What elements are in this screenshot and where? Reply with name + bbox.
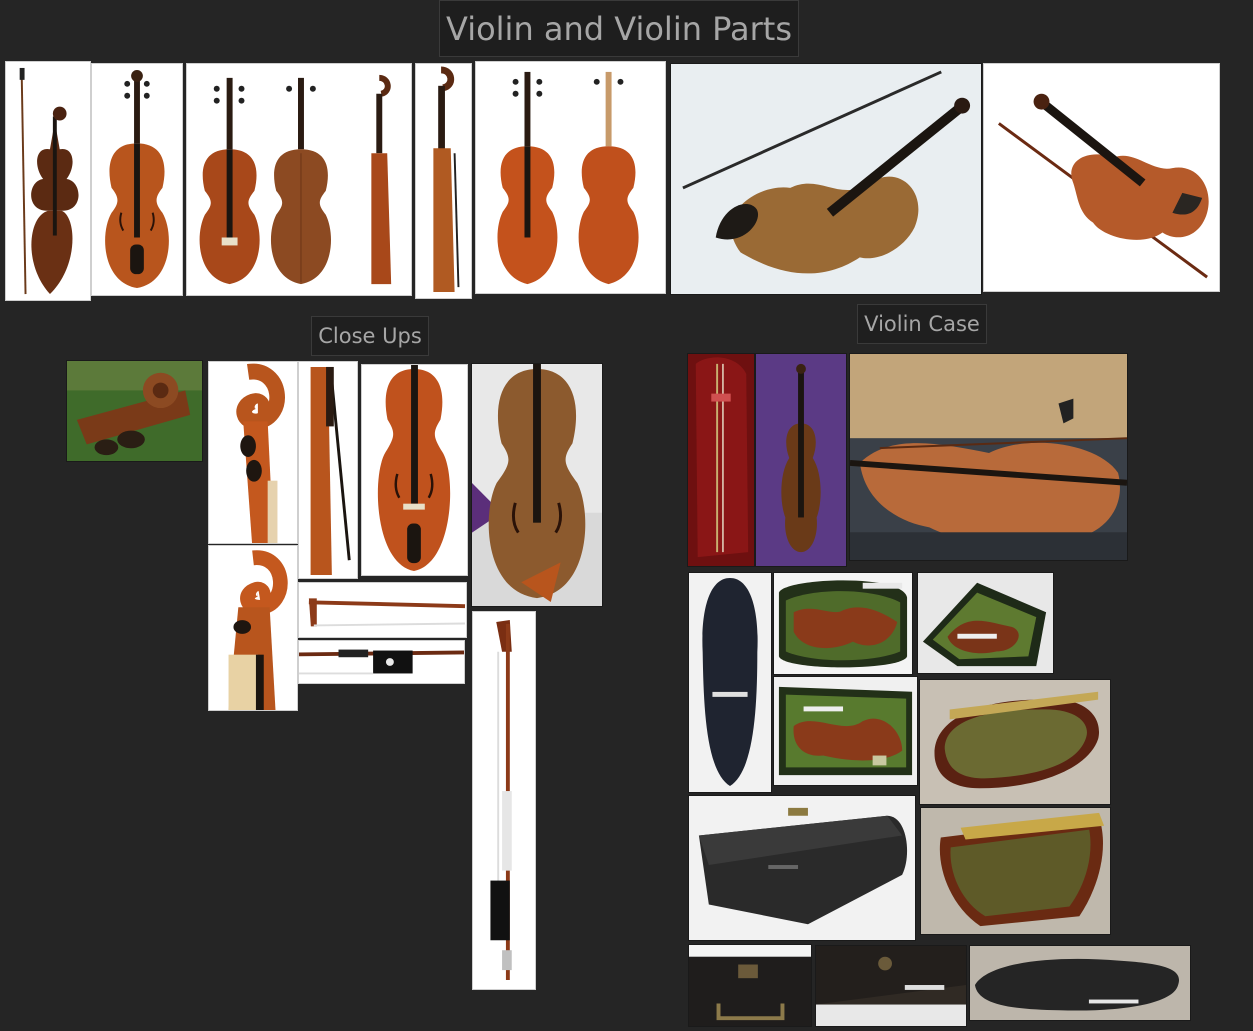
violin-front-back-image[interactable]: [475, 61, 666, 294]
board-title: Violin and Violin Parts: [439, 0, 799, 57]
case-detail-shape-image[interactable]: [969, 945, 1191, 1021]
violin-with-bow-image[interactable]: [5, 61, 91, 301]
case-green-coffin-image[interactable]: [917, 572, 1054, 674]
case-detail-handle-image[interactable]: [688, 944, 812, 1027]
closeup-bow-frog-image[interactable]: [298, 640, 465, 684]
closeup-bow-full-image[interactable]: [472, 611, 536, 990]
closeup-scroll-side-image[interactable]: [208, 361, 298, 544]
violin-three-views-image[interactable]: [186, 63, 412, 296]
case-wood-open-carpet-image[interactable]: [920, 807, 1111, 935]
case-coffin-open-carpet-image[interactable]: [919, 679, 1111, 805]
violin-photo-bow-image[interactable]: [983, 63, 1220, 292]
closeup-violin-on-stand-image[interactable]: [471, 363, 603, 607]
case-red-velvet-image[interactable]: [687, 353, 755, 567]
case-green-interior-image[interactable]: [773, 676, 918, 786]
closeup-violin-body-image[interactable]: [361, 364, 468, 576]
case-cork-lid-image[interactable]: [849, 353, 1128, 561]
case-black-closed-image[interactable]: [688, 572, 772, 793]
section-label-violin-case: Violin Case: [857, 304, 987, 344]
closeup-scroll-pegbox-image[interactable]: [208, 545, 298, 711]
closeup-violin-side-image[interactable]: [298, 361, 358, 579]
case-black-wood-closed-image[interactable]: [688, 795, 916, 941]
violin-front-image[interactable]: [91, 63, 183, 296]
closeup-scroll-pegs-image[interactable]: [66, 360, 203, 462]
closeup-bow-tip-image[interactable]: [298, 582, 467, 638]
violin-photo-diagonal-image[interactable]: [670, 63, 982, 295]
section-label-closeups: Close Ups: [311, 316, 429, 356]
case-detail-lid-image[interactable]: [815, 945, 967, 1027]
violin-side-view-image[interactable]: [415, 63, 472, 299]
case-green-lining-open-image[interactable]: [773, 572, 913, 675]
case-purple-velvet-image[interactable]: [755, 353, 847, 567]
